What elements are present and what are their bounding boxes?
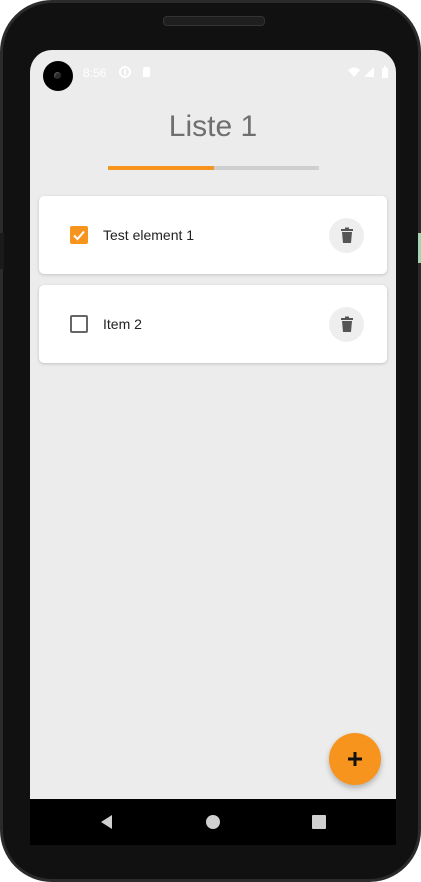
trash-icon bbox=[341, 227, 353, 243]
delete-item-button[interactable] bbox=[329, 218, 364, 253]
trash-icon bbox=[341, 316, 353, 332]
phone-frame: 8:56 Liste 1 Test element 1 Item 2 bbox=[0, 0, 421, 882]
data-saver-icon bbox=[119, 66, 131, 78]
item-label: Item 2 bbox=[103, 316, 142, 332]
plus-icon bbox=[348, 752, 362, 766]
wifi-icon bbox=[348, 67, 360, 77]
back-icon[interactable] bbox=[98, 813, 116, 831]
progress-fill bbox=[108, 166, 214, 170]
status-time: 8:56 bbox=[83, 66, 107, 80]
item-checkbox[interactable] bbox=[70, 315, 88, 333]
home-icon[interactable] bbox=[204, 813, 222, 831]
list-item: Item 2 bbox=[39, 285, 387, 363]
item-checkbox[interactable] bbox=[70, 226, 88, 244]
battery-icon bbox=[382, 66, 388, 78]
progress-bar bbox=[108, 166, 319, 170]
navigation-bar bbox=[30, 799, 396, 845]
side-button bbox=[0, 233, 4, 269]
add-item-button[interactable] bbox=[329, 733, 381, 785]
list-item: Test element 1 bbox=[39, 196, 387, 274]
item-label: Test element 1 bbox=[103, 227, 195, 243]
earpiece-speaker bbox=[163, 16, 265, 26]
checkmark-icon bbox=[73, 230, 85, 241]
signal-icon bbox=[364, 67, 374, 77]
delete-item-button[interactable] bbox=[329, 307, 364, 342]
recents-icon[interactable] bbox=[310, 813, 328, 831]
list-title: Liste 1 bbox=[168, 110, 258, 143]
app-screen: 8:56 Liste 1 Test element 1 Item 2 bbox=[30, 50, 396, 799]
front-camera bbox=[43, 61, 73, 91]
sd-card-icon bbox=[143, 67, 150, 77]
status-bar: 8:56 bbox=[30, 60, 396, 91]
